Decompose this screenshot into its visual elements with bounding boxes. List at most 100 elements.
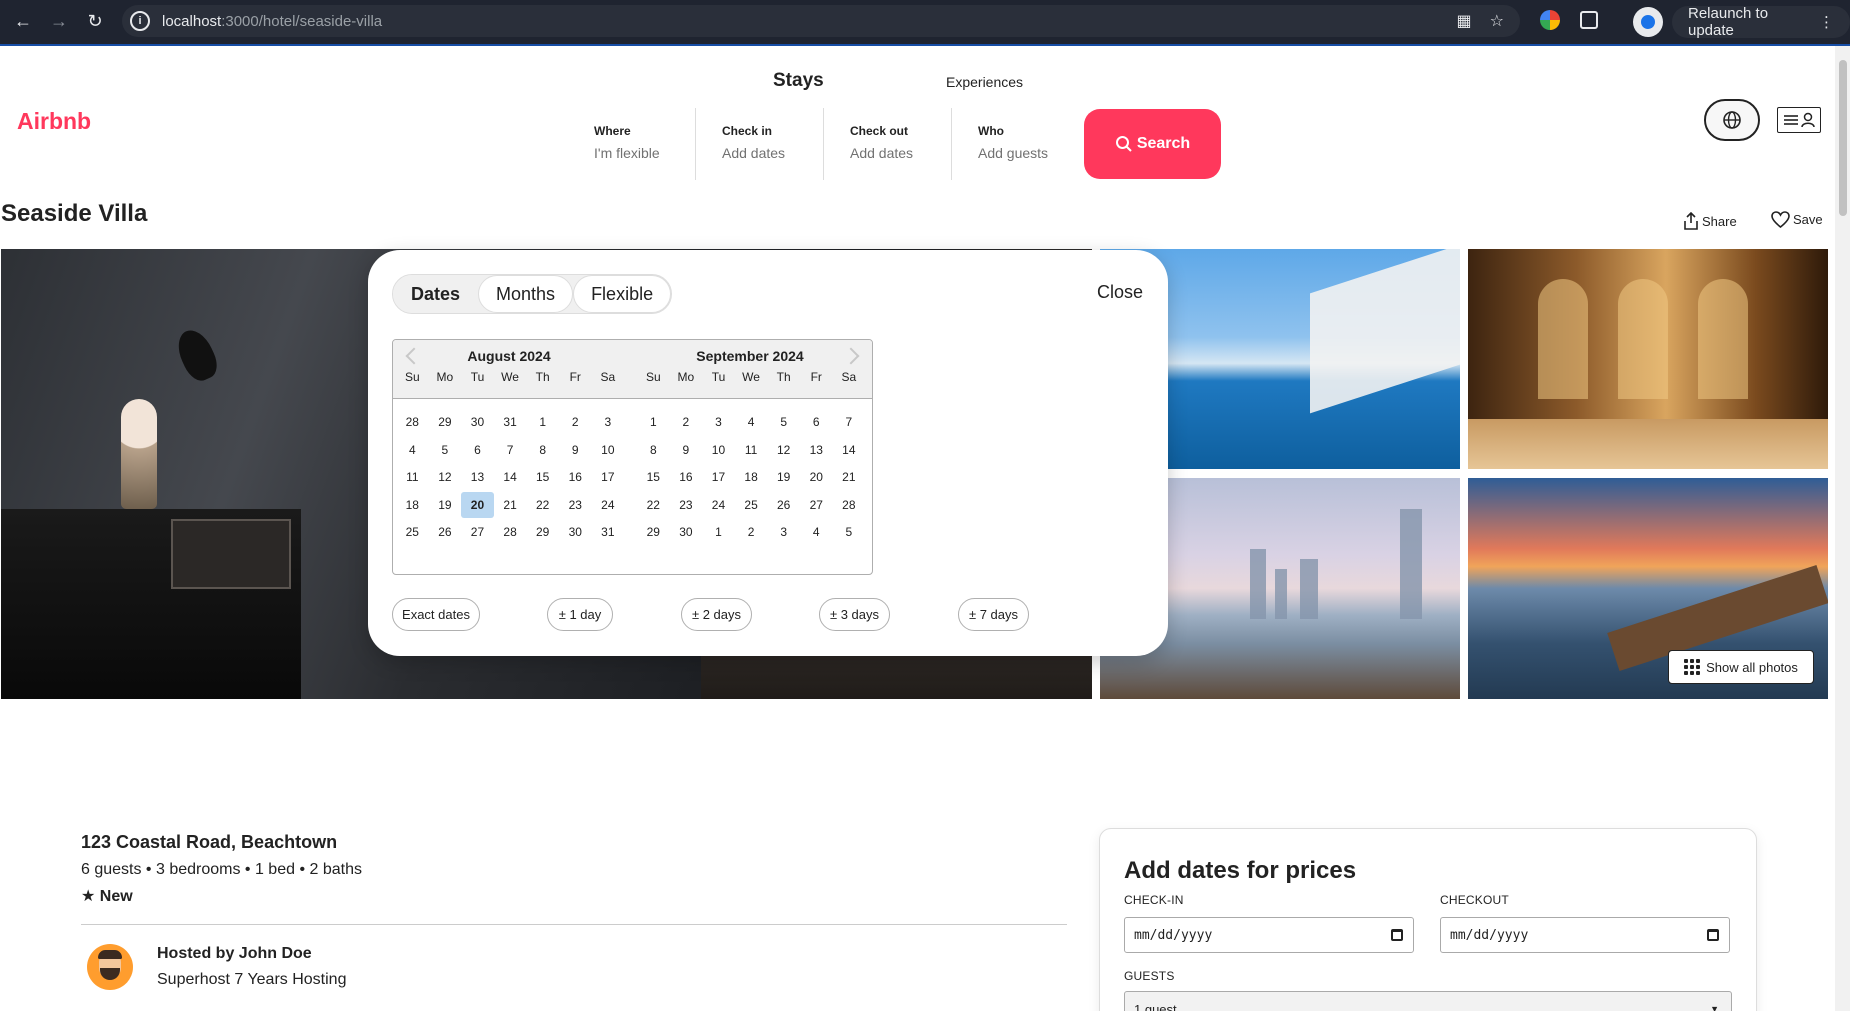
- logo[interactable]: Airbnb: [17, 108, 91, 135]
- close-button[interactable]: Close: [1097, 282, 1143, 303]
- guests-select[interactable]: 1 guest ▼: [1124, 991, 1732, 1011]
- calendar-day[interactable]: 28: [833, 492, 866, 518]
- calendar-day[interactable]: 4: [735, 409, 768, 435]
- calendar-day[interactable]: 5: [833, 519, 866, 545]
- calendar-day[interactable]: 20: [461, 491, 494, 518]
- install-app-icon[interactable]: ▦: [1457, 11, 1472, 31]
- calendar-day[interactable]: 2: [670, 409, 703, 435]
- photo-hall[interactable]: [1468, 249, 1828, 469]
- tab-experiences[interactable]: Experiences: [946, 74, 1023, 90]
- save-button[interactable]: Save: [1771, 211, 1823, 228]
- calendar-day[interactable]: 18: [396, 492, 429, 518]
- calendar-day[interactable]: 19: [429, 492, 462, 518]
- search-button[interactable]: Search: [1084, 109, 1221, 179]
- calendar-day[interactable]: 11: [396, 464, 429, 490]
- calendar-day[interactable]: 1: [637, 409, 670, 435]
- forward-icon[interactable]: →: [46, 8, 72, 34]
- calendar-day[interactable]: 10: [592, 437, 625, 463]
- calendar-day[interactable]: 17: [702, 464, 735, 490]
- calendar-day[interactable]: 16: [670, 464, 703, 490]
- calendar-day[interactable]: 26: [429, 519, 462, 545]
- calendar-day[interactable]: 7: [494, 437, 527, 463]
- share-button[interactable]: Share: [1683, 212, 1737, 230]
- calendar-day[interactable]: 14: [833, 437, 866, 463]
- calendar-day[interactable]: 8: [526, 437, 559, 463]
- calendar-day[interactable]: 1: [526, 409, 559, 435]
- exact-dates-button[interactable]: Exact dates: [392, 598, 480, 631]
- calendar-day[interactable]: 13: [461, 464, 494, 490]
- calendar-day[interactable]: 25: [735, 492, 768, 518]
- calendar-day[interactable]: 22: [637, 492, 670, 518]
- show-all-photos-button[interactable]: Show all photos: [1668, 650, 1814, 684]
- search-who[interactable]: Who Add guests: [952, 108, 1080, 180]
- search-where[interactable]: Where I'm flexible: [568, 108, 696, 180]
- calendar-day[interactable]: 29: [526, 519, 559, 545]
- calendar-day[interactable]: 15: [637, 464, 670, 490]
- tab-months[interactable]: Months: [478, 275, 574, 313]
- calendar-day[interactable]: 20: [800, 464, 833, 490]
- back-icon[interactable]: ←: [10, 8, 36, 34]
- calendar-day[interactable]: 31: [592, 519, 625, 545]
- calendar-day[interactable]: 17: [592, 464, 625, 490]
- checkout-date-input[interactable]: mm/dd/yyyy: [1440, 917, 1730, 953]
- language-button[interactable]: [1704, 99, 1760, 141]
- tab-dates[interactable]: Dates: [393, 275, 479, 313]
- calendar-day[interactable]: 29: [637, 519, 670, 545]
- user-menu-button[interactable]: [1777, 107, 1821, 133]
- calendar-day[interactable]: 19: [767, 464, 800, 490]
- check-in-date-input[interactable]: mm/dd/yyyy: [1124, 917, 1414, 953]
- calendar-day[interactable]: 12: [767, 437, 800, 463]
- kebab-menu-icon[interactable]: ⋮: [1819, 13, 1834, 31]
- plus-minus-2-days-button[interactable]: ± 2 days: [681, 598, 752, 631]
- calendar-day[interactable]: 14: [494, 464, 527, 490]
- plus-minus-1-day-button[interactable]: ± 1 day: [547, 598, 613, 631]
- site-info-icon[interactable]: i: [130, 11, 150, 31]
- calendar-day[interactable]: 3: [592, 409, 625, 435]
- calendar-day[interactable]: 2: [559, 409, 592, 435]
- calendar-day[interactable]: 12: [429, 464, 462, 490]
- calendar-day[interactable]: 8: [637, 437, 670, 463]
- calendar-day[interactable]: 3: [767, 519, 800, 545]
- calendar-day[interactable]: 1: [702, 519, 735, 545]
- calendar-day[interactable]: 22: [526, 492, 559, 518]
- reload-icon[interactable]: ↻: [82, 8, 108, 34]
- calendar-day[interactable]: 21: [833, 464, 866, 490]
- calendar-day[interactable]: 23: [559, 492, 592, 518]
- calendar-day[interactable]: 25: [396, 519, 429, 545]
- scrollbar-thumb[interactable]: [1839, 60, 1847, 216]
- calendar-day[interactable]: 13: [800, 437, 833, 463]
- extensions-puzzle-icon[interactable]: [1580, 11, 1598, 29]
- calendar-day[interactable]: 27: [461, 519, 494, 545]
- calendar-day[interactable]: 5: [767, 409, 800, 435]
- bookmark-star-icon[interactable]: ☆: [1490, 11, 1504, 31]
- host-avatar[interactable]: [87, 944, 133, 990]
- profile-avatar-icon[interactable]: [1633, 7, 1663, 37]
- calendar-icon[interactable]: [1391, 929, 1403, 941]
- extension-color-icon[interactable]: [1540, 10, 1560, 30]
- calendar-day[interactable]: 27: [800, 492, 833, 518]
- calendar-day[interactable]: 31: [494, 409, 527, 435]
- calendar-day[interactable]: 30: [670, 519, 703, 545]
- calendar-day[interactable]: 24: [702, 492, 735, 518]
- calendar-day[interactable]: 30: [461, 409, 494, 435]
- calendar-day[interactable]: 5: [429, 437, 462, 463]
- calendar-day[interactable]: 2: [735, 519, 768, 545]
- calendar-day[interactable]: 18: [735, 464, 768, 490]
- calendar-day[interactable]: 4: [800, 519, 833, 545]
- calendar-day[interactable]: 11: [735, 437, 768, 463]
- plus-minus-7-days-button[interactable]: ± 7 days: [958, 598, 1029, 631]
- calendar-day[interactable]: 9: [670, 437, 703, 463]
- relaunch-button[interactable]: Relaunch to update ⋮: [1672, 5, 1850, 39]
- calendar-day[interactable]: 28: [494, 519, 527, 545]
- calendar-day[interactable]: 6: [461, 437, 494, 463]
- search-check-out[interactable]: Check out Add dates: [824, 108, 952, 180]
- calendar-day[interactable]: 30: [559, 519, 592, 545]
- calendar-day[interactable]: 23: [670, 492, 703, 518]
- calendar-day[interactable]: 15: [526, 464, 559, 490]
- url-text[interactable]: localhost:3000/hotel/seaside-villa: [162, 13, 382, 30]
- calendar-day[interactable]: 16: [559, 464, 592, 490]
- calendar-day[interactable]: 4: [396, 437, 429, 463]
- calendar-day[interactable]: 24: [592, 492, 625, 518]
- calendar-day[interactable]: 26: [767, 492, 800, 518]
- plus-minus-3-days-button[interactable]: ± 3 days: [819, 598, 890, 631]
